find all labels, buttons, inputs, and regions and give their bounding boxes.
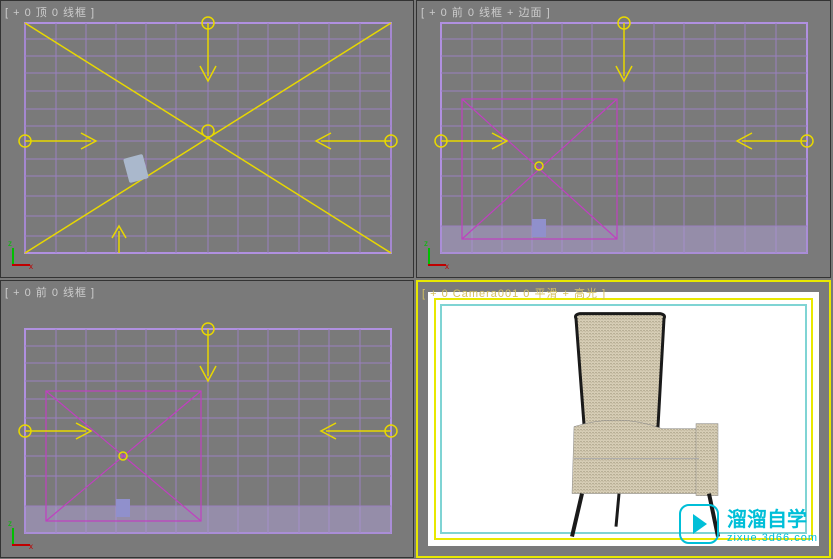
viewport-top-canvas xyxy=(1,1,414,278)
viewport-front-canvas xyxy=(1,281,414,558)
watermark-title: 溜溜自学 xyxy=(727,503,818,532)
watermark-url: zixue.3d66.com xyxy=(727,532,818,544)
viewport-front-label: [ + 0 前 0 线框 ] xyxy=(5,284,95,300)
viewport-front-edged-label: [ + 0 前 0 线框 + 边面 ] xyxy=(421,4,551,20)
watermark: 溜溜自学 zixue.3d66.com xyxy=(679,503,818,544)
axis-gizmo: z x xyxy=(9,239,39,269)
viewport-front[interactable]: [ + 0 前 0 线框 ] xyxy=(0,280,414,558)
object-marker xyxy=(532,219,546,237)
viewport-top[interactable]: [ + 0 顶 0 线框 ] xyxy=(0,0,414,278)
viewport-front-edged[interactable]: [ + 0 前 0 线框 + 边面 ] xyxy=(416,0,831,278)
watermark-play-icon xyxy=(679,504,719,544)
viewport-camera-label: [ + 0 Camera001 0 平滑 + 高光 ] xyxy=(422,285,606,301)
object-marker xyxy=(116,499,130,517)
axis-gizmo: z x xyxy=(9,519,39,549)
viewport-top-label: [ + 0 顶 0 线框 ] xyxy=(5,4,95,20)
axis-gizmo: z x xyxy=(425,239,455,269)
viewport-front-edged-canvas xyxy=(417,1,831,278)
